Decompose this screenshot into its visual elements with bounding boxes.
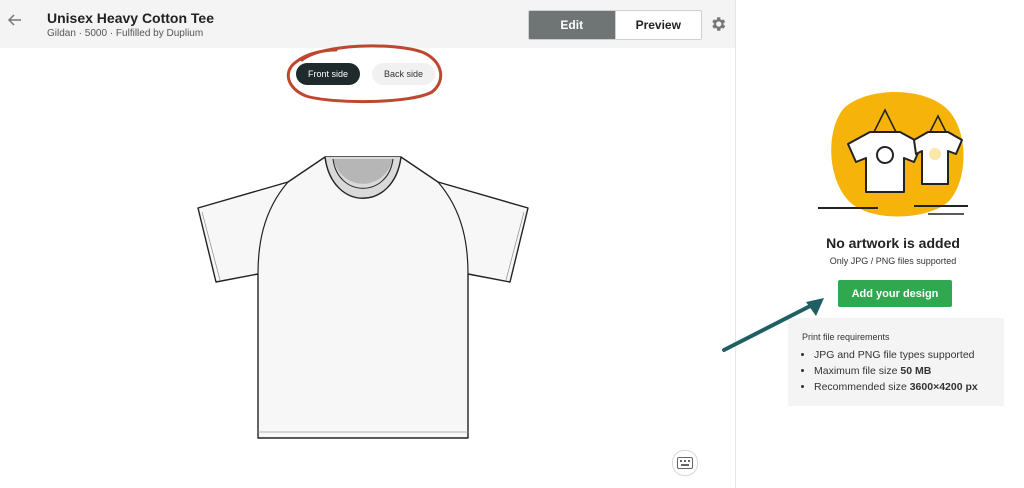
side-toggle: Front side Back side xyxy=(296,63,436,85)
arrow-left-icon xyxy=(7,14,21,26)
preview-tab[interactable]: Preview xyxy=(614,11,701,39)
add-design-button[interactable]: Add your design xyxy=(838,280,952,307)
edit-tab[interactable]: Edit xyxy=(529,11,615,39)
empty-state-subtitle: Only JPG / PNG files supported xyxy=(829,256,957,266)
back-button[interactable] xyxy=(6,10,24,34)
no-artwork-illustration xyxy=(818,91,968,217)
requirement-item: Recommended size 3600×4200 px xyxy=(814,379,978,395)
back-side-button[interactable]: Back side xyxy=(372,63,436,85)
annotation-arrow xyxy=(722,298,824,352)
requirement-item: Maximum file size 50 MB xyxy=(814,363,978,379)
keyboard-shortcuts-button[interactable] xyxy=(672,450,698,476)
settings-button[interactable] xyxy=(709,15,727,33)
product-subtitle: Gildan · 5000 · Fulfilled by Duplium xyxy=(47,28,204,39)
tshirt-mockup xyxy=(197,156,529,439)
editor-canvas-pane: Unisex Heavy Cotton Tee Gildan · 5000 · … xyxy=(0,0,736,488)
keyboard-icon xyxy=(677,457,693,469)
product-title: Unisex Heavy Cotton Tee xyxy=(47,10,215,26)
front-side-button[interactable]: Front side xyxy=(296,63,361,85)
requirement-item: JPG and PNG file types supported xyxy=(814,347,978,363)
gear-icon xyxy=(712,17,726,31)
product-header: Unisex Heavy Cotton Tee Gildan · 5000 · … xyxy=(0,0,735,48)
mode-switch: Edit Preview xyxy=(528,10,702,40)
empty-state-title: No artwork is added xyxy=(826,235,960,251)
